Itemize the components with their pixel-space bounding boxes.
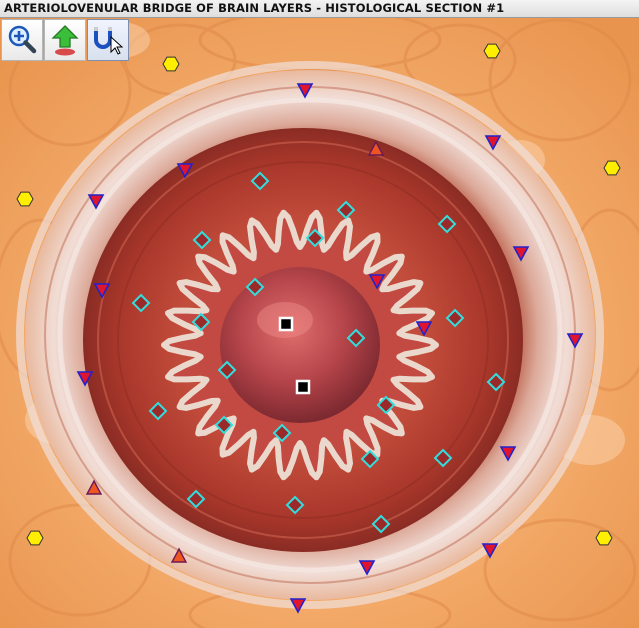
window-title: ARTERIOLOVENULAR BRIDGE OF BRAIN LAYERS …	[4, 1, 505, 15]
square-marker[interactable]	[295, 379, 311, 395]
hexagon-marker[interactable]	[162, 56, 180, 72]
zoom-in-button[interactable]	[1, 19, 43, 61]
toolbar	[1, 19, 130, 63]
square-marker[interactable]	[278, 316, 294, 332]
magnet-select-button[interactable]	[87, 19, 129, 61]
magnifier-plus-icon	[8, 25, 37, 54]
histology-image	[0, 18, 639, 628]
hexagon-marker[interactable]	[26, 530, 44, 546]
green-up-arrow-icon	[51, 25, 79, 56]
hexagon-marker[interactable]	[603, 160, 621, 176]
hexagon-marker[interactable]	[16, 191, 34, 207]
application-window: ARTERIOLOVENULAR BRIDGE OF BRAIN LAYERS …	[0, 0, 639, 628]
magnet-cursor-icon	[94, 27, 124, 55]
upload-button[interactable]	[44, 19, 86, 61]
hexagon-marker[interactable]	[483, 43, 501, 59]
hexagon-marker[interactable]	[595, 530, 613, 546]
title-bar: ARTERIOLOVENULAR BRIDGE OF BRAIN LAYERS …	[0, 0, 639, 18]
